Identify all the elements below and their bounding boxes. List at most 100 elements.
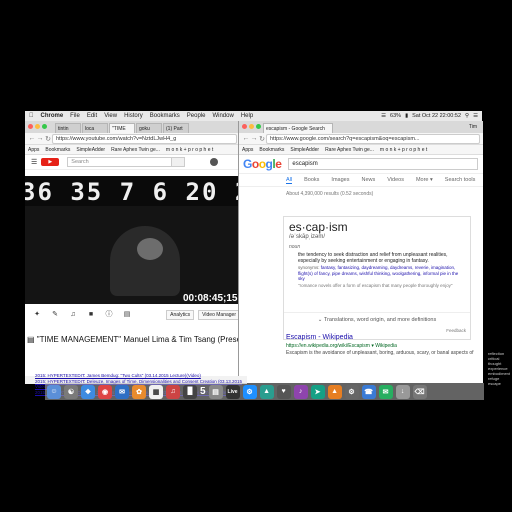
google-logo[interactable]: Google: [243, 157, 282, 171]
spotlight-icon[interactable]: ⚲: [465, 113, 469, 119]
google-browser-window: escapism - Google Search Tim ← → ↻ https…: [238, 121, 483, 383]
vlc-icon[interactable]: ▲: [327, 384, 342, 399]
tab-videos[interactable]: Videos: [387, 177, 404, 183]
battery-icon[interactable]: ▮: [405, 113, 408, 119]
terminal-icon[interactable]: █: [183, 384, 197, 399]
video-manager-button[interactable]: Video Manager: [198, 310, 240, 320]
skype-icon[interactable]: ☎: [361, 384, 376, 399]
bookmark-bookmarks[interactable]: Bookmarks: [45, 147, 70, 153]
calendar-icon[interactable]: ▦: [149, 384, 163, 399]
minimize-window-icon[interactable]: [35, 124, 40, 129]
music-note-icon[interactable]: ♫: [69, 311, 77, 319]
messages-icon[interactable]: ✉: [378, 384, 393, 399]
analytics-button[interactable]: Analytics: [166, 310, 195, 320]
feedback-link[interactable]: Feedback: [446, 328, 466, 333]
battery-percent[interactable]: 63%: [390, 113, 401, 119]
google-address-bar[interactable]: https://www.google.com/search?q=escapism…: [266, 133, 480, 144]
maps-icon[interactable]: ➤: [310, 384, 325, 399]
apple-icon[interactable]: : [29, 113, 34, 119]
tab-escapism-search[interactable]: escapism - Google Search: [263, 123, 333, 133]
tab-part[interactable]: (1) Part: [163, 123, 189, 133]
google-minimize-window-icon[interactable]: [249, 124, 254, 129]
ableton-live-icon[interactable]: Live: [225, 384, 240, 399]
tab-tintin[interactable]: tintin: [55, 123, 81, 133]
menu-app-name[interactable]: Chrome: [41, 113, 64, 119]
downloads-icon[interactable]: ↓: [395, 384, 410, 399]
photos-icon[interactable]: ✿: [132, 384, 146, 399]
back-icon[interactable]: ←: [28, 135, 36, 142]
tab-loca[interactable]: loca: [82, 123, 108, 133]
bookmark-monk-prophet[interactable]: m o n k + p r o p h e t: [166, 147, 213, 153]
tab-images[interactable]: Images: [331, 177, 349, 183]
google-close-window-icon[interactable]: [242, 124, 247, 129]
g-bookmark-simpleadder[interactable]: SimpleAdder: [290, 147, 319, 153]
dock-number-badge[interactable]: 5: [200, 386, 206, 397]
itunes-icon[interactable]: ♪: [293, 384, 308, 399]
system-preferences-icon[interactable]: ⚙: [344, 384, 359, 399]
music-icon[interactable]: ♫: [166, 384, 180, 399]
tab-search-tools[interactable]: Search tools: [445, 177, 476, 183]
menu-bookmarks[interactable]: Bookmarks: [150, 113, 180, 119]
youtube-search-button[interactable]: [172, 157, 186, 167]
app-store-icon[interactable]: ▲: [259, 384, 274, 399]
more-definitions-link[interactable]: ⌄ Translations, word origin, and more de…: [284, 312, 470, 326]
tab-time-management[interactable]: "TIME: [109, 123, 135, 133]
tab-goku[interactable]: goku: [136, 123, 162, 133]
profile-name[interactable]: Tim: [469, 124, 477, 130]
wikipedia-result-title[interactable]: Escapism - Wikipedia: [286, 334, 353, 341]
close-window-icon[interactable]: [28, 124, 33, 129]
mail-icon[interactable]: ✉: [115, 384, 129, 399]
g-bookmark-monk-prophet[interactable]: m o n k + p r o p h e t: [380, 147, 427, 153]
wikipedia-result-url[interactable]: https://en.wikipedia.org/wiki/Escapism ▾…: [286, 343, 397, 349]
google-forward-icon[interactable]: →: [250, 135, 258, 142]
zoom-window-icon[interactable]: [42, 124, 47, 129]
tab-news[interactable]: News: [361, 177, 375, 183]
magic-wand-icon[interactable]: ✦: [33, 311, 41, 319]
google-back-icon[interactable]: ←: [242, 135, 250, 142]
wifi-icon[interactable]: ☰: [381, 113, 386, 119]
google-search-input[interactable]: escapism: [288, 158, 479, 170]
annotation-icon[interactable]: ■: [87, 311, 95, 319]
menu-help[interactable]: Help: [241, 113, 253, 119]
hamburger-menu-icon[interactable]: ☰: [31, 158, 37, 166]
g-bookmark-bookmarks[interactable]: Bookmarks: [259, 147, 284, 153]
captions-icon[interactable]: ▤: [123, 311, 131, 319]
finder-icon[interactable]: ☺: [47, 384, 61, 399]
pencil-icon[interactable]: ✎: [51, 311, 59, 319]
launchpad-icon[interactable]: ☯: [64, 384, 78, 399]
chrome-icon[interactable]: ◉: [98, 384, 112, 399]
preview-icon[interactable]: ▤: [208, 384, 223, 399]
synonyms-list[interactable]: fantasy, fantasizing, daydreaming, daydr…: [298, 265, 458, 281]
tab-all[interactable]: All: [286, 177, 293, 184]
bookmark-apps[interactable]: Apps: [28, 147, 39, 153]
xcode-icon[interactable]: ⚙: [242, 384, 257, 399]
video-player[interactable]: 36 35 7 6 20 2S 00:08:45;15: [25, 176, 240, 304]
tab-books[interactable]: Books: [304, 177, 319, 183]
menu-view[interactable]: View: [104, 113, 117, 119]
menu-window[interactable]: Window: [212, 113, 233, 119]
bookmark-aphex[interactable]: Rare Aphex Twin ge...: [111, 147, 160, 153]
address-bar[interactable]: https://www.youtube.com/watch?v=NztdLJwH…: [52, 133, 237, 144]
youtube-logo[interactable]: ▶: [41, 158, 60, 166]
menu-file[interactable]: File: [70, 113, 80, 119]
g-bookmark-aphex[interactable]: Rare Aphex Twin ge...: [325, 147, 374, 153]
clock[interactable]: Sat Oct 22 22:00:52: [412, 113, 461, 119]
safari-icon[interactable]: ❖: [81, 384, 95, 399]
avatar[interactable]: [210, 158, 218, 166]
activity-monitor-icon[interactable]: ♥: [276, 384, 291, 399]
notification-center-icon[interactable]: ☰: [473, 113, 478, 119]
menu-edit[interactable]: Edit: [87, 113, 97, 119]
info-icon[interactable]: ⓘ: [105, 311, 113, 319]
bookmark-simpleadder[interactable]: SimpleAdder: [76, 147, 105, 153]
forward-icon[interactable]: →: [36, 135, 44, 142]
google-zoom-window-icon[interactable]: [256, 124, 261, 129]
menu-history[interactable]: History: [124, 113, 143, 119]
google-reload-icon[interactable]: ↻: [258, 135, 266, 143]
reload-icon[interactable]: ↻: [44, 135, 52, 143]
g-bookmark-apps[interactable]: Apps: [242, 147, 253, 153]
trash-icon[interactable]: ⌫: [412, 384, 427, 399]
tab-more[interactable]: More ▾: [416, 177, 433, 183]
youtube-search-input[interactable]: Search: [67, 157, 173, 167]
video-title-text: "TIME MANAGEMENT" Manuel Lima & Tim Tsan…: [36, 335, 268, 344]
menu-people[interactable]: People: [187, 113, 206, 119]
